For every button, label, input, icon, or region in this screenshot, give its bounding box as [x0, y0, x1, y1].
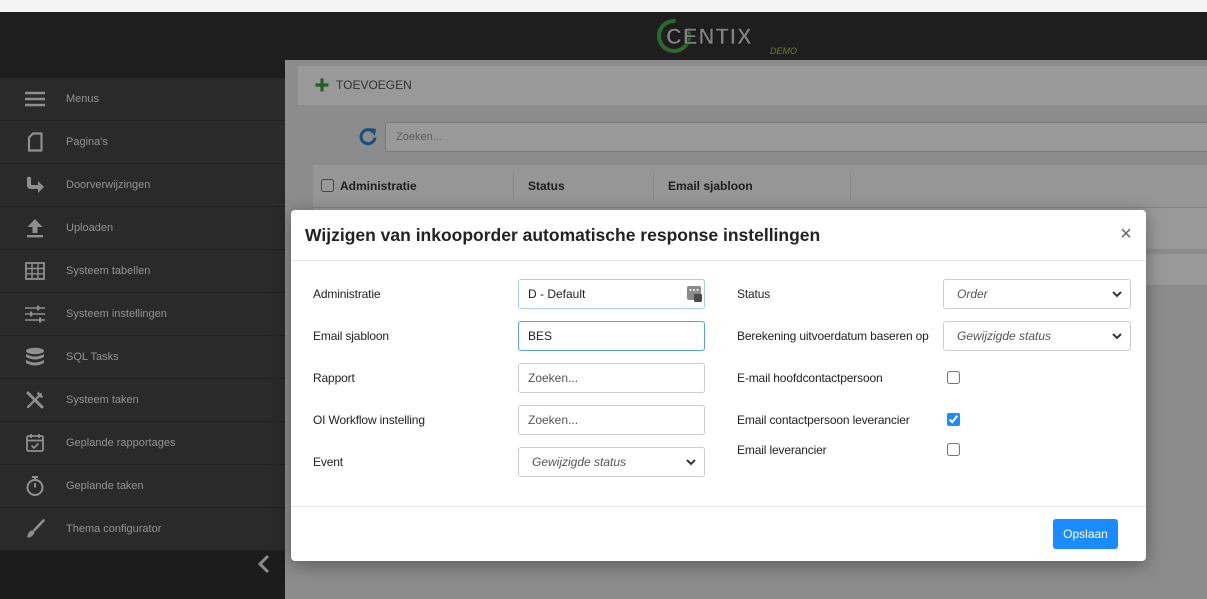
save-button[interactable]: Opslaan: [1053, 519, 1118, 549]
event-select[interactable]: Gewijzigde status: [518, 447, 705, 477]
field-rapport: Rapport: [313, 363, 723, 393]
field-label: Administratie: [313, 287, 381, 301]
berekening-select[interactable]: Gewijzigde status: [943, 321, 1131, 351]
field-oi-workflow: OI Workflow instelling: [313, 405, 723, 435]
administratie-input[interactable]: [518, 279, 705, 309]
field-label: Email leverancier: [737, 443, 827, 457]
field-label: Rapport: [313, 371, 355, 385]
rapport-input[interactable]: [518, 363, 705, 393]
field-email-contactpersoon-leverancier: Email contactpersoon leverancier: [737, 405, 1131, 435]
field-label: Event: [313, 455, 343, 469]
email-leverancier-checkbox[interactable]: [947, 443, 960, 456]
modal-footer: Opslaan: [291, 506, 1146, 561]
close-icon[interactable]: ×: [1115, 222, 1137, 246]
field-label: E-mail hoofdcontactpersoon: [737, 371, 883, 385]
email-contactpersoon-leverancier-checkbox[interactable]: [947, 413, 960, 426]
field-label: Berekening uitvoerdatum baseren op: [737, 329, 929, 343]
field-email-leverancier: Email leverancier: [737, 435, 1131, 465]
status-select[interactable]: Order: [943, 279, 1131, 309]
email-hoofdcontactpersoon-checkbox[interactable]: [947, 371, 960, 384]
field-label: Status: [737, 287, 771, 301]
field-email-hoofdcontactpersoon: E-mail hoofdcontactpersoon: [737, 363, 1131, 393]
settings-modal: Wijzigen van inkooporder automatische re…: [291, 210, 1146, 561]
field-label: OI Workflow instelling: [313, 413, 425, 427]
modal-title: Wijzigen van inkooporder automatische re…: [305, 225, 821, 245]
field-berekening: Berekening uitvoerdatum baseren op Gewij…: [737, 321, 1131, 351]
berekening-select-wrapper: Gewijzigde status: [943, 321, 1131, 351]
field-email-sjabloon: Email sjabloon: [313, 321, 723, 351]
field-administratie: Administratie: [313, 279, 723, 309]
lookup-icon[interactable]: [687, 286, 702, 302]
status-select-wrapper: Order: [943, 279, 1131, 309]
modal-header: Wijzigen van inkooporder automatische re…: [291, 210, 1146, 261]
event-select-wrapper: Gewijzigde status: [518, 447, 705, 477]
field-label: Email sjabloon: [313, 329, 389, 343]
email-sjabloon-input[interactable]: [518, 321, 705, 351]
field-event: Event Gewijzigde status: [313, 447, 723, 477]
oi-workflow-input[interactable]: [518, 405, 705, 435]
field-status: Status Order: [737, 279, 1131, 309]
field-label: Email contactpersoon leverancier: [737, 413, 910, 427]
